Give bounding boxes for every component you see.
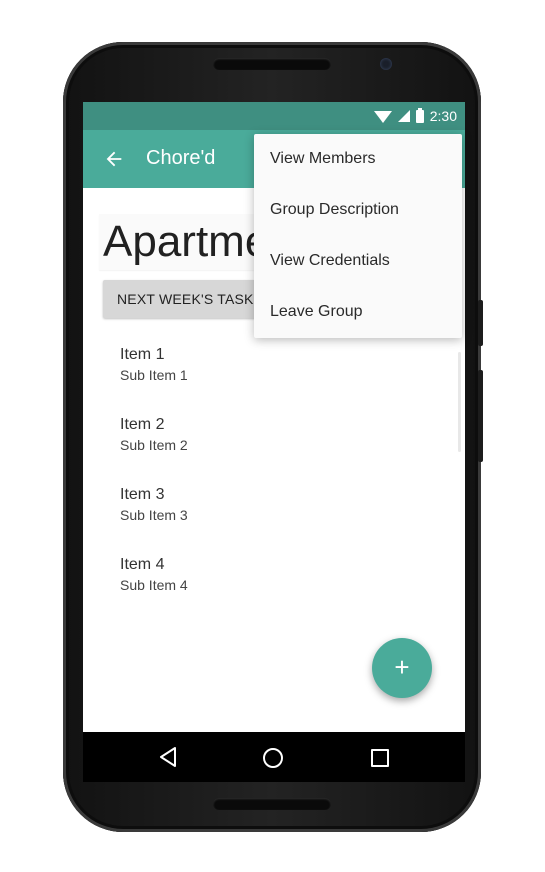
overflow-menu: View Members Group Description View Cred… xyxy=(254,134,462,338)
nav-recents-icon[interactable] xyxy=(371,749,389,767)
battery-icon xyxy=(415,107,424,123)
list-item[interactable]: Item 2 Sub Item 2 xyxy=(120,402,420,462)
next-week-tasks-button[interactable]: NEXT WEEK'S TASKS xyxy=(103,280,278,318)
status-bar: 2:30 xyxy=(83,102,465,130)
list-item-subtitle: Sub Item 4 xyxy=(120,577,188,593)
menu-item-leave-group[interactable]: Leave Group xyxy=(270,303,363,321)
list-item[interactable]: Item 3 Sub Item 3 xyxy=(120,472,420,532)
scrollbar[interactable] xyxy=(458,352,461,452)
group-title: Apartme xyxy=(99,214,274,270)
power-button xyxy=(478,300,483,346)
bottom-speaker xyxy=(213,798,331,810)
earpiece-speaker xyxy=(213,58,331,70)
front-camera xyxy=(380,58,392,70)
menu-item-view-credentials[interactable]: View Credentials xyxy=(270,252,390,270)
list-item-title: Item 3 xyxy=(120,486,165,503)
menu-item-view-members[interactable]: View Members xyxy=(270,150,376,168)
list-item-title: Item 4 xyxy=(120,556,165,573)
status-time: 2:30 xyxy=(429,108,457,124)
list-item-title: Item 1 xyxy=(120,346,165,363)
volume-button xyxy=(478,370,483,462)
status-icons: 2:30 xyxy=(373,102,457,130)
add-task-button[interactable]: + xyxy=(372,638,432,698)
nav-back-icon[interactable] xyxy=(158,746,178,768)
app-title: Chore'd xyxy=(146,147,216,169)
list-item-subtitle: Sub Item 3 xyxy=(120,507,188,523)
list-item[interactable]: Item 1 Sub Item 1 xyxy=(120,332,420,392)
list-item-title: Item 2 xyxy=(120,416,165,433)
list-item[interactable]: Item 4 Sub Item 4 xyxy=(120,542,420,602)
back-arrow-icon[interactable] xyxy=(103,148,125,170)
list-item-subtitle: Sub Item 1 xyxy=(120,367,188,383)
menu-item-group-description[interactable]: Group Description xyxy=(270,201,399,219)
wifi-icon xyxy=(373,111,392,123)
list-item-subtitle: Sub Item 2 xyxy=(120,437,188,453)
signal-icon xyxy=(397,110,410,122)
nav-home-icon[interactable] xyxy=(263,748,283,768)
navigation-bar xyxy=(83,732,465,782)
